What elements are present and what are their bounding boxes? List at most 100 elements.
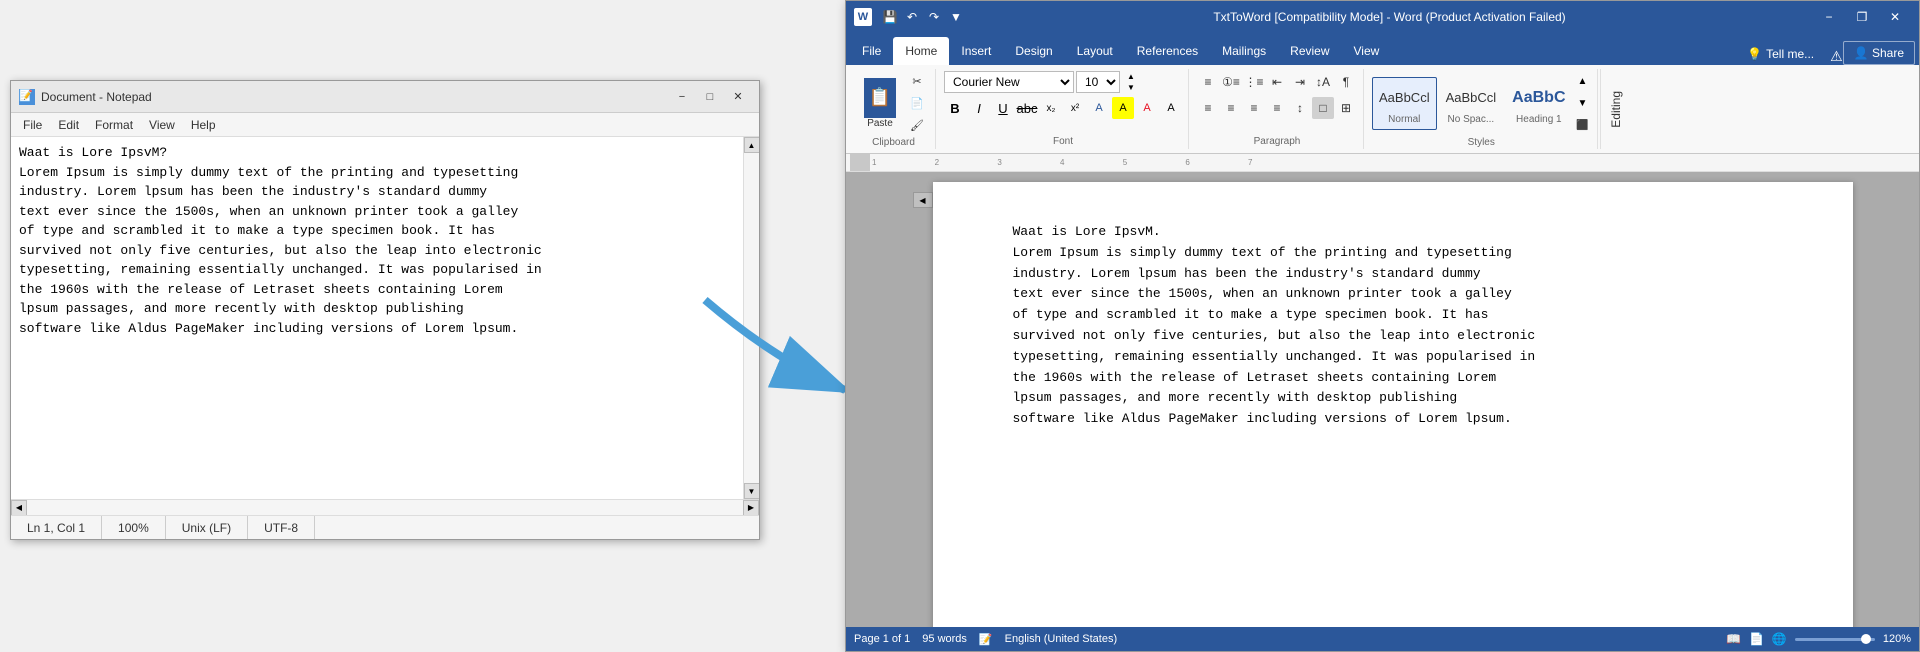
notepad-minimize-button[interactable]: − bbox=[669, 87, 695, 107]
notepad-scroll-down[interactable]: ▼ bbox=[744, 483, 760, 499]
word-ribbon: File Home Insert Design Layout Reference… bbox=[846, 33, 1919, 154]
tell-me-box[interactable]: 💡 Tell me... bbox=[1739, 43, 1822, 65]
justify-button[interactable]: ≡ bbox=[1266, 97, 1288, 119]
word-page[interactable]: Waat is Lore IpsvM. Lorem Ipsum is simpl… bbox=[933, 182, 1853, 627]
paste-button[interactable]: 📋 Paste bbox=[858, 74, 902, 133]
superscript-button[interactable]: x² bbox=[1064, 97, 1086, 119]
word-customize-qs-button[interactable]: ▼ bbox=[946, 7, 966, 27]
tab-design[interactable]: Design bbox=[1003, 37, 1064, 65]
tab-view[interactable]: View bbox=[1342, 37, 1392, 65]
line-spacing-button[interactable]: ↕ bbox=[1289, 97, 1311, 119]
notepad-icon: 📝 bbox=[19, 89, 35, 105]
clipboard-small-buttons: ✂ 📄 🖌 bbox=[905, 71, 929, 135]
bullets-button[interactable]: ≡ bbox=[1197, 71, 1219, 93]
word-undo-button[interactable]: ↶ bbox=[902, 7, 922, 27]
font-size-decrease[interactable]: ▼ bbox=[1122, 83, 1140, 93]
notepad-scrollbar-x[interactable]: ◀ ▶ bbox=[11, 499, 759, 515]
tab-home[interactable]: Home bbox=[893, 37, 949, 65]
notepad-scroll-track[interactable] bbox=[744, 153, 759, 483]
shading-button[interactable]: □ bbox=[1312, 97, 1334, 119]
tab-file[interactable]: File bbox=[850, 37, 893, 65]
word-save-button[interactable]: 💾 bbox=[880, 7, 900, 27]
font-size-controls: ▲ ▼ bbox=[1122, 72, 1140, 93]
font-color-button[interactable]: A bbox=[1136, 97, 1158, 119]
share-button[interactable]: 👤 Share bbox=[1843, 41, 1915, 65]
copy-button[interactable]: 📄 bbox=[905, 93, 929, 113]
notepad-menu-view[interactable]: View bbox=[141, 116, 183, 134]
zoom-level: 120% bbox=[1883, 633, 1911, 645]
cut-button[interactable]: ✂ bbox=[905, 71, 929, 91]
word-restore-button[interactable]: ❐ bbox=[1846, 1, 1878, 33]
notepad-maximize-button[interactable]: □ bbox=[697, 87, 723, 107]
text-effects-button[interactable]: A bbox=[1088, 97, 1110, 119]
notepad-menu-file[interactable]: File bbox=[15, 116, 50, 134]
notepad-scroll-up[interactable]: ▲ bbox=[744, 137, 760, 153]
notepad-text-area[interactable]: Waat is Lore IpsvM? Lorem Ipsum is simpl… bbox=[11, 137, 743, 499]
word-close-button[interactable]: ✕ bbox=[1879, 1, 1911, 33]
view-web-button[interactable]: 🌐 bbox=[1772, 632, 1787, 646]
style-no-spacing[interactable]: AaBbCcl No Spac... bbox=[1439, 77, 1504, 130]
align-right-button[interactable]: ≡ bbox=[1243, 97, 1265, 119]
show-formatting-button[interactable]: ¶ bbox=[1335, 71, 1357, 93]
align-center-button[interactable]: ≡ bbox=[1220, 97, 1242, 119]
styles-more[interactable]: ⬛ bbox=[1575, 115, 1591, 135]
word-ribbon-content: 📋 Paste ✂ 📄 🖌 Clipboard Courie bbox=[846, 65, 1919, 153]
paragraph-content: ≡ ①≡ ⋮≡ ⇤ ⇥ ↕A ¶ ≡ ≡ ≡ ≡ ↕ □ bbox=[1197, 71, 1357, 119]
word-page-content[interactable]: Waat is Lore IpsvM. Lorem Ipsum is simpl… bbox=[1013, 222, 1773, 430]
styles-scroll-up[interactable]: ▲ bbox=[1575, 71, 1591, 91]
underline-button[interactable]: U bbox=[992, 97, 1014, 119]
multilevel-button[interactable]: ⋮≡ bbox=[1243, 71, 1265, 93]
tab-mailings[interactable]: Mailings bbox=[1210, 37, 1278, 65]
editing-section: Editing bbox=[1600, 69, 1631, 149]
ribbon-group-font: Courier New 10.5 ▲ ▼ B I U bbox=[938, 69, 1189, 149]
styles-scroll-down[interactable]: ▼ bbox=[1575, 93, 1591, 113]
notepad-close-button[interactable]: ✕ bbox=[725, 87, 751, 107]
increase-indent-button[interactable]: ⇥ bbox=[1289, 71, 1311, 93]
sort-button[interactable]: ↕A bbox=[1312, 71, 1334, 93]
share-label: Share bbox=[1872, 46, 1904, 60]
clipboard-label: Clipboard bbox=[858, 135, 929, 148]
font-clear-button[interactable]: A bbox=[1160, 97, 1182, 119]
zoom-slider[interactable] bbox=[1795, 638, 1875, 641]
notepad-menu-edit[interactable]: Edit bbox=[50, 116, 87, 134]
paragraph-row2: ≡ ≡ ≡ ≡ ↕ □ ⊞ bbox=[1197, 97, 1357, 119]
word-minimize-button[interactable]: − bbox=[1813, 1, 1845, 33]
notepad-menu-help[interactable]: Help bbox=[183, 116, 224, 134]
view-read-button[interactable]: 📖 bbox=[1726, 632, 1741, 646]
editing-label: Editing bbox=[1609, 91, 1623, 128]
italic-button[interactable]: I bbox=[968, 97, 990, 119]
subscript-button[interactable]: x₂ bbox=[1040, 97, 1062, 119]
word-redo-button[interactable]: ↷ bbox=[924, 7, 944, 27]
decrease-indent-button[interactable]: ⇤ bbox=[1266, 71, 1288, 93]
font-size-select[interactable]: 10.5 bbox=[1076, 71, 1120, 93]
numbering-button[interactable]: ①≡ bbox=[1220, 71, 1242, 93]
format-painter-button[interactable]: 🖌 bbox=[905, 115, 929, 135]
notepad-scroll-left[interactable]: ◀ bbox=[11, 500, 27, 516]
tab-references[interactable]: References bbox=[1125, 37, 1210, 65]
strikethrough-button[interactable]: abc bbox=[1016, 97, 1038, 119]
highlight-button[interactable]: A bbox=[1112, 97, 1134, 119]
tab-insert[interactable]: Insert bbox=[949, 37, 1003, 65]
tab-layout[interactable]: Layout bbox=[1065, 37, 1125, 65]
bold-button[interactable]: B bbox=[944, 97, 966, 119]
style-heading1[interactable]: AaBbC Heading 1 bbox=[1505, 77, 1572, 130]
notepad-scroll-right[interactable]: ▶ bbox=[743, 500, 759, 516]
view-print-button[interactable]: 📄 bbox=[1749, 632, 1764, 646]
font-content: Courier New 10.5 ▲ ▼ B I U bbox=[944, 71, 1182, 119]
tab-review[interactable]: Review bbox=[1278, 37, 1341, 65]
heading1-text: AaBbC bbox=[1512, 88, 1565, 107]
word-ruler: 1 2 3 4 5 6 7 bbox=[846, 154, 1919, 172]
clipboard-content: 📋 Paste ✂ 📄 🖌 bbox=[858, 71, 929, 135]
notepad-menu-format[interactable]: Format bbox=[87, 116, 141, 134]
zoom-thumb bbox=[1861, 634, 1871, 644]
border-button[interactable]: ⊞ bbox=[1335, 97, 1357, 119]
notepad-scrollbar-y[interactable]: ▲ ▼ bbox=[743, 137, 759, 499]
font-size-increase[interactable]: ▲ bbox=[1122, 72, 1140, 82]
styles-content: AaBbCcl Normal AaBbCcl No Spac... AaBbC bbox=[1372, 71, 1591, 135]
notepad-titlebar: 📝 Document - Notepad − □ ✕ bbox=[11, 81, 759, 113]
align-left-button[interactable]: ≡ bbox=[1197, 97, 1219, 119]
font-name-select[interactable]: Courier New bbox=[944, 71, 1074, 93]
style-normal[interactable]: AaBbCcl Normal bbox=[1372, 77, 1437, 130]
word-document-area[interactable]: ◀ Waat is Lore IpsvM. Lorem Ipsum is sim… bbox=[846, 172, 1919, 627]
notepad-scroll-x-track[interactable] bbox=[27, 500, 743, 515]
